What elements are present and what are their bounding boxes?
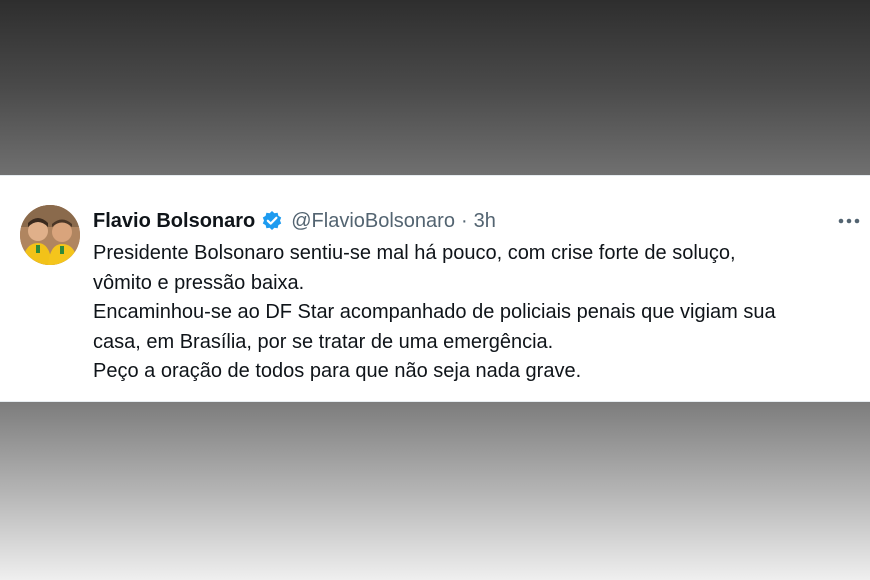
tweet-card[interactable]: Flavio Bolsonaro @FlavioBolsonaro · 3h P… xyxy=(0,175,870,402)
author-avatar[interactable] xyxy=(20,205,80,265)
avatar-photo-icon xyxy=(20,205,80,265)
tweet-text: Presidente Bolsonaro sentiu-se mal há po… xyxy=(93,239,853,387)
header-separator: · xyxy=(460,209,468,232)
screenshot-stage: Flavio Bolsonaro @FlavioBolsonaro · 3h P… xyxy=(0,0,870,580)
author-display-name[interactable]: Flavio Bolsonaro xyxy=(93,210,255,233)
tweet-text-line: Peço a oração de todos para que não seja… xyxy=(93,360,582,382)
author-handle[interactable]: @FlavioBolsonaro xyxy=(291,210,455,233)
tweet-text-line: Presidente Bolsonaro sentiu-se mal há po… xyxy=(93,242,736,264)
background-bottom xyxy=(0,402,870,580)
tweet-timestamp[interactable]: 3h xyxy=(474,210,496,233)
more-horizontal-icon xyxy=(838,218,860,224)
tweet-text-line: casa, em Brasília, por se tratar de uma … xyxy=(93,330,554,353)
tweet-header: Flavio Bolsonaro @FlavioBolsonaro · 3h xyxy=(93,208,496,234)
tweet-text-line: Encaminhou-se ao DF Star acompanhado de … xyxy=(93,301,776,323)
more-options-button[interactable] xyxy=(834,208,864,234)
tweet-text-line: vômito e pressão baixa. xyxy=(93,271,305,294)
background-top xyxy=(0,0,870,175)
verified-badge-icon xyxy=(261,210,283,232)
